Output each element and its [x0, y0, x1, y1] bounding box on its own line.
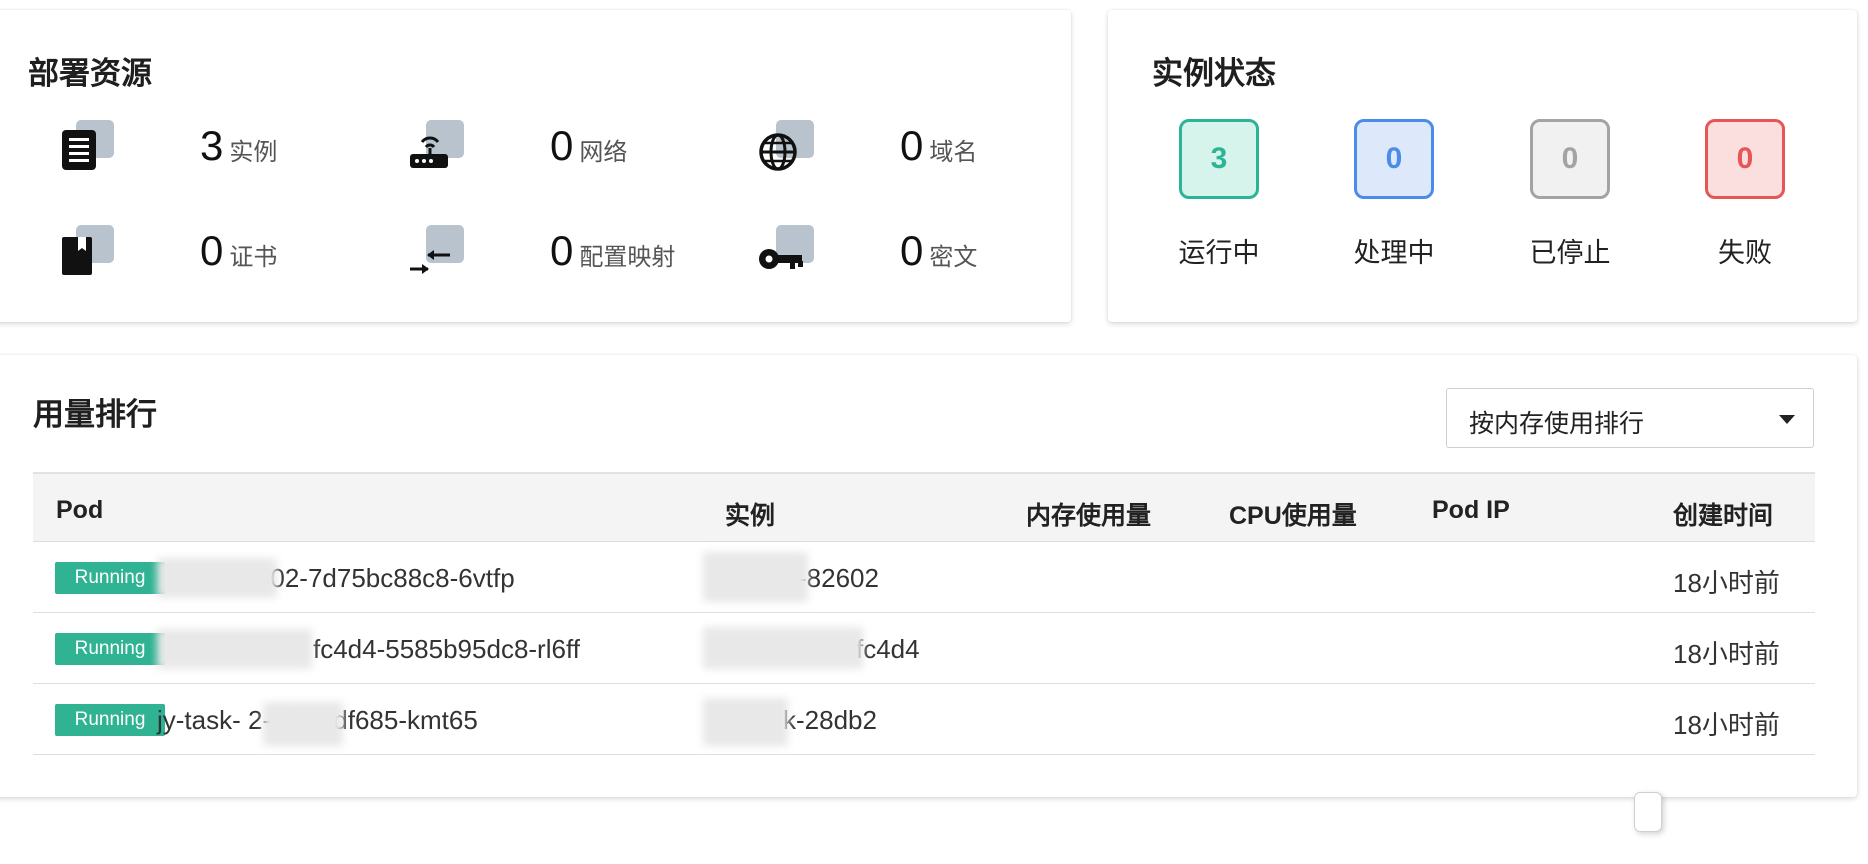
- redaction-mask: [157, 629, 312, 669]
- status-failed[interactable]: 0 失败: [1680, 119, 1810, 270]
- status-badge: Running: [55, 633, 165, 665]
- globe-icon: [759, 120, 818, 178]
- usage-ranking-title: 用量排行: [33, 397, 157, 432]
- status-label: 处理中: [1353, 238, 1435, 268]
- resource-label: 域名: [929, 139, 978, 166]
- resource-label: 密文: [929, 244, 978, 271]
- resource-domains[interactable]: 0 域名: [759, 120, 1100, 190]
- status-label: 运行中: [1178, 238, 1260, 268]
- resource-config-maps[interactable]: 0 配置映射: [410, 225, 750, 295]
- key-icon: [759, 225, 818, 283]
- status-processing[interactable]: 0 处理中: [1329, 119, 1459, 270]
- column-header-memory[interactable]: 内存使用量: [1026, 496, 1151, 532]
- resource-label: 网络: [579, 139, 628, 166]
- table-row[interactable]: Running fc4d4-5585b95dc8-rl6ff fc4d4 18小…: [33, 613, 1815, 684]
- deploy-resources-card: 部署资源 3 实例 0 网络 0 域名 0 证书 0 配置映射 0 密文: [0, 10, 1071, 322]
- resource-instances[interactable]: 3 实例: [60, 120, 400, 190]
- redaction-mask: [157, 558, 277, 598]
- sort-select[interactable]: 按内存使用排行: [1446, 388, 1814, 448]
- resource-count: 0: [900, 122, 924, 169]
- instance-status-card: 实例状态 3 运行中 0 处理中 0 已停止 0 失败: [1108, 10, 1857, 322]
- usage-ranking-card: 用量排行 按内存使用排行 Pod 实例 内存使用量 CPU使用量 Pod IP …: [0, 355, 1857, 797]
- resource-certificates[interactable]: 0 证书: [60, 225, 400, 295]
- caret-down-icon: [1779, 415, 1795, 424]
- resource-count: 3: [200, 122, 224, 169]
- sort-select-value: 按内存使用排行: [1469, 410, 1645, 438]
- redaction-mask: [703, 552, 808, 602]
- status-badge: Running: [55, 562, 165, 594]
- created-time: 18小时前: [1673, 568, 1780, 598]
- pod-name[interactable]: fc4d4-5585b95dc8-rl6ff: [313, 634, 580, 665]
- status-count-box: 0: [1354, 119, 1434, 199]
- router-icon: [410, 120, 468, 178]
- column-header-created[interactable]: 创建时间: [1673, 496, 1773, 532]
- certificate-icon: [60, 225, 118, 283]
- status-badge: Running: [55, 704, 165, 736]
- resource-count: 0: [550, 122, 574, 169]
- column-header-cpu[interactable]: CPU使用量: [1229, 496, 1357, 532]
- resource-label: 证书: [229, 244, 278, 271]
- instance-status-title: 实例状态: [1152, 56, 1276, 91]
- column-header-pod-ip[interactable]: Pod IP: [1432, 496, 1510, 525]
- resource-secrets[interactable]: 0 密文: [759, 225, 1100, 295]
- instance-name[interactable]: k-28db2: [783, 705, 877, 736]
- resource-label: 实例: [229, 139, 278, 166]
- instance-name[interactable]: -82602: [798, 563, 879, 594]
- status-count-box: 0: [1705, 119, 1785, 199]
- resource-networks[interactable]: 0 网络: [410, 120, 750, 190]
- resource-count: 0: [900, 227, 924, 274]
- scroll-handle[interactable]: [1634, 792, 1662, 832]
- redaction-mask: [703, 627, 863, 669]
- resource-label: 配置映射: [579, 244, 676, 271]
- table-row[interactable]: Running jy-task- 2-7fc5cdf685-kmt65 k-28…: [33, 684, 1815, 755]
- instance-name[interactable]: fc4d4: [856, 634, 920, 665]
- status-count-box: 0: [1530, 119, 1610, 199]
- column-header-pod[interactable]: Pod: [56, 496, 103, 525]
- status-label: 已停止: [1529, 238, 1611, 268]
- instance-icon: [60, 120, 118, 178]
- status-stopped[interactable]: 0 已停止: [1505, 119, 1635, 270]
- table-row[interactable]: Running 82602-7d75bc88c8-6vtfp -82602 18…: [33, 542, 1815, 613]
- created-time: 18小时前: [1673, 710, 1780, 740]
- resource-count: 0: [550, 227, 574, 274]
- usage-table: Pod 实例 内存使用量 CPU使用量 Pod IP 创建时间 Running …: [33, 472, 1815, 755]
- created-time: 18小时前: [1673, 639, 1780, 669]
- status-running[interactable]: 3 运行中: [1154, 119, 1284, 270]
- column-header-instance[interactable]: 实例: [725, 496, 775, 532]
- deploy-resources-title: 部署资源: [28, 56, 152, 91]
- config-map-icon: [410, 225, 468, 283]
- status-count-box: 3: [1179, 119, 1259, 199]
- redaction-mask: [263, 702, 343, 746]
- resource-count: 0: [200, 227, 224, 274]
- table-header: Pod 实例 内存使用量 CPU使用量 Pod IP 创建时间: [33, 472, 1815, 542]
- redaction-mask: [703, 698, 788, 746]
- status-label: 失败: [1718, 238, 1772, 268]
